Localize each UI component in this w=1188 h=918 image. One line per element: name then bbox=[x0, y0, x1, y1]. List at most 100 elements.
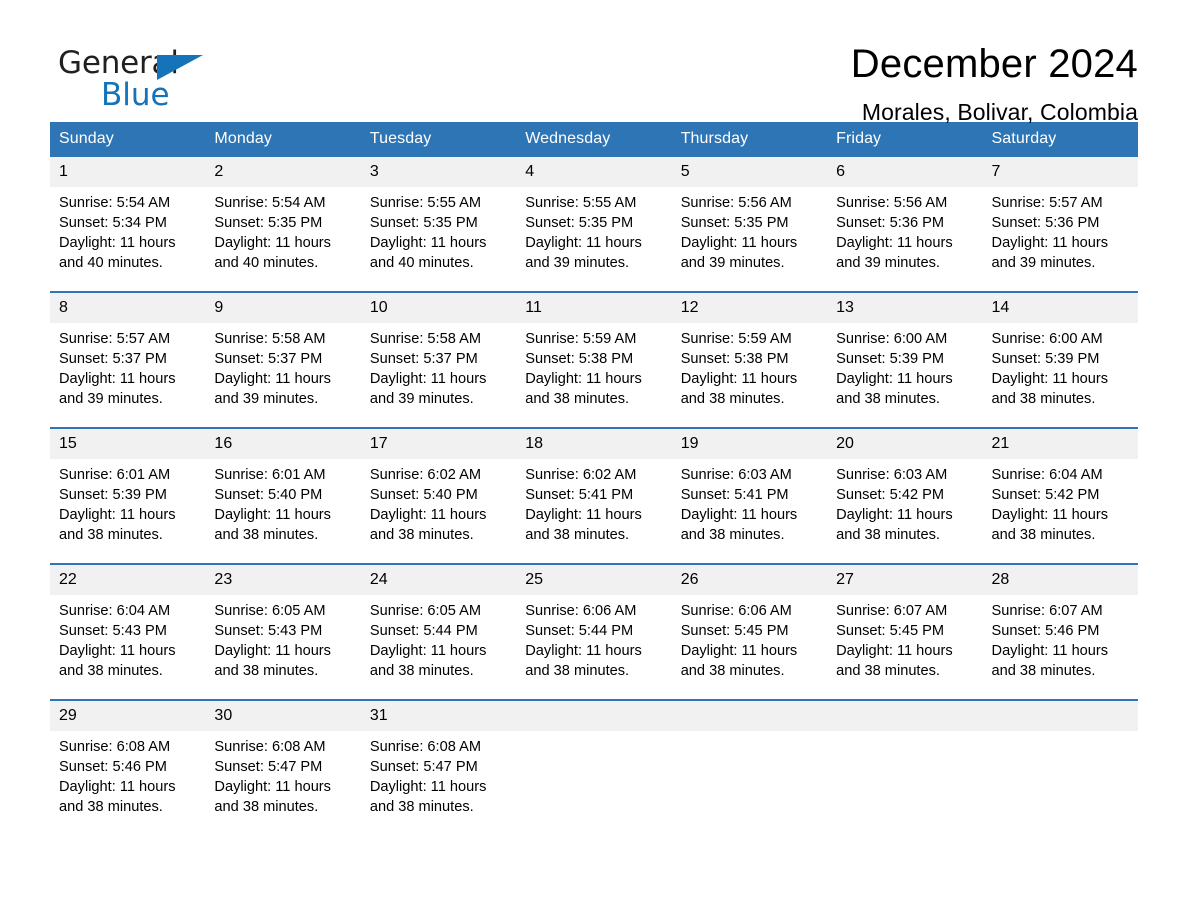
day-cell[interactable]: Sunrise: 6:00 AM Sunset: 5:39 PM Dayligh… bbox=[982, 323, 1138, 428]
daylight-text-line1: Daylight: 11 hours bbox=[525, 235, 642, 251]
day-number[interactable]: 27 bbox=[827, 563, 983, 595]
sunrise-text: Sunrise: 5:59 AM bbox=[525, 331, 637, 347]
daylight-text-line2: and 39 minutes. bbox=[59, 391, 163, 407]
daylight-text-line2: and 38 minutes. bbox=[525, 391, 630, 407]
sunset-text: Sunset: 5:47 PM bbox=[214, 759, 323, 775]
day-cell[interactable]: Sunrise: 5:56 AM Sunset: 5:35 PM Dayligh… bbox=[671, 187, 828, 292]
daylight-text-line2: and 38 minutes. bbox=[214, 799, 319, 815]
daylight-text-line1: Daylight: 11 hours bbox=[59, 779, 176, 795]
day-cell[interactable]: Sunrise: 6:06 AM Sunset: 5:44 PM Dayligh… bbox=[516, 595, 672, 700]
day-cell[interactable]: Sunrise: 5:54 AM Sunset: 5:34 PM Dayligh… bbox=[50, 187, 206, 292]
day-number[interactable]: 9 bbox=[205, 291, 361, 323]
day-number[interactable]: 12 bbox=[671, 291, 828, 323]
day-number[interactable]: 28 bbox=[982, 563, 1138, 595]
day-number[interactable]: 4 bbox=[516, 157, 672, 187]
day-cell[interactable]: Sunrise: 6:04 AM Sunset: 5:43 PM Dayligh… bbox=[50, 595, 206, 700]
location-subtitle: Morales, Bolivar, Colombia bbox=[861, 98, 1138, 125]
day-cell[interactable]: Sunrise: 5:55 AM Sunset: 5:35 PM Dayligh… bbox=[516, 187, 672, 292]
day-cell[interactable]: Sunrise: 6:07 AM Sunset: 5:45 PM Dayligh… bbox=[827, 595, 983, 700]
daylight-text-line2: and 38 minutes. bbox=[836, 663, 940, 679]
day-number[interactable]: 15 bbox=[50, 427, 206, 459]
day-number[interactable]: 13 bbox=[827, 291, 983, 323]
day-cell[interactable]: Sunrise: 6:02 AM Sunset: 5:41 PM Dayligh… bbox=[516, 459, 672, 564]
daylight-text-line2: and 39 minutes. bbox=[214, 391, 319, 407]
day-number[interactable]: 26 bbox=[671, 563, 828, 595]
week-1-info-row: Sunrise: 5:54 AM Sunset: 5:34 PM Dayligh… bbox=[50, 187, 1138, 292]
day-number[interactable]: 21 bbox=[982, 427, 1138, 459]
day-number[interactable]: 2 bbox=[205, 157, 361, 187]
day-number[interactable]: 22 bbox=[50, 563, 206, 595]
day-number[interactable]: 16 bbox=[205, 427, 361, 459]
day-cell[interactable]: Sunrise: 5:59 AM Sunset: 5:38 PM Dayligh… bbox=[671, 323, 828, 428]
week-3-info-row: Sunrise: 6:01 AM Sunset: 5:39 PM Dayligh… bbox=[50, 459, 1138, 564]
day-cell[interactable]: Sunrise: 6:08 AM Sunset: 5:46 PM Dayligh… bbox=[50, 731, 206, 835]
day-cell[interactable]: Sunrise: 6:01 AM Sunset: 5:39 PM Dayligh… bbox=[50, 459, 206, 564]
day-number[interactable]: 23 bbox=[205, 563, 361, 595]
daylight-text-line2: and 39 minutes. bbox=[369, 391, 474, 407]
day-cell[interactable]: Sunrise: 6:04 AM Sunset: 5:42 PM Dayligh… bbox=[982, 459, 1138, 564]
day-cell[interactable]: Sunrise: 5:57 AM Sunset: 5:37 PM Dayligh… bbox=[50, 323, 206, 428]
day-number[interactable]: 31 bbox=[360, 699, 517, 731]
day-cell[interactable]: Sunrise: 6:02 AM Sunset: 5:40 PM Dayligh… bbox=[360, 459, 517, 564]
daylight-text-line2: and 38 minutes. bbox=[59, 527, 163, 543]
day-cell[interactable]: Sunrise: 6:08 AM Sunset: 5:47 PM Dayligh… bbox=[360, 731, 517, 835]
daylight-text-line1: Daylight: 11 hours bbox=[214, 643, 331, 659]
day-cell[interactable]: Sunrise: 5:56 AM Sunset: 5:36 PM Dayligh… bbox=[827, 187, 983, 292]
day-cell[interactable]: Sunrise: 6:05 AM Sunset: 5:43 PM Dayligh… bbox=[205, 595, 361, 700]
day-cell[interactable]: Sunrise: 6:05 AM Sunset: 5:44 PM Dayligh… bbox=[360, 595, 517, 700]
sunset-text: Sunset: 5:38 PM bbox=[680, 351, 789, 367]
day-number[interactable]: 5 bbox=[671, 157, 828, 187]
day-cell[interactable]: Sunrise: 6:01 AM Sunset: 5:40 PM Dayligh… bbox=[205, 459, 361, 564]
day-cell[interactable]: Sunrise: 6:00 AM Sunset: 5:39 PM Dayligh… bbox=[827, 323, 983, 428]
day-cell[interactable]: Sunrise: 5:54 AM Sunset: 5:35 PM Dayligh… bbox=[205, 187, 361, 292]
daylight-text-line1: Daylight: 11 hours bbox=[525, 371, 642, 387]
sunrise-text: Sunrise: 6:07 AM bbox=[836, 603, 948, 619]
day-number[interactable]: 14 bbox=[982, 291, 1138, 323]
daylight-text-line1: Daylight: 11 hours bbox=[214, 371, 331, 387]
day-number[interactable]: 8 bbox=[50, 291, 206, 323]
sunset-text: Sunset: 5:35 PM bbox=[214, 215, 323, 231]
weekday-header-wednesday: Wednesday bbox=[516, 122, 672, 157]
day-cell[interactable]: Sunrise: 6:03 AM Sunset: 5:41 PM Dayligh… bbox=[671, 459, 828, 564]
page-masthead: General Blue December 2024 Morales, Boli… bbox=[50, 0, 1138, 125]
day-number[interactable]: 10 bbox=[360, 291, 517, 323]
day-number[interactable]: 18 bbox=[516, 427, 672, 459]
daylight-text-line1: Daylight: 11 hours bbox=[680, 235, 798, 251]
day-number[interactable]: 30 bbox=[205, 699, 361, 731]
sunrise-text: Sunrise: 6:02 AM bbox=[525, 467, 637, 483]
day-number[interactable]: 20 bbox=[827, 427, 983, 459]
day-cell[interactable]: Sunrise: 6:06 AM Sunset: 5:45 PM Dayligh… bbox=[671, 595, 828, 700]
general-blue-logo[interactable]: General Blue bbox=[58, 48, 258, 116]
day-number[interactable]: 6 bbox=[827, 157, 983, 187]
day-number[interactable]: 7 bbox=[982, 157, 1138, 187]
sunset-text: Sunset: 5:38 PM bbox=[525, 351, 634, 367]
day-cell[interactable]: Sunrise: 5:58 AM Sunset: 5:37 PM Dayligh… bbox=[205, 323, 361, 428]
daylight-text-line2: and 38 minutes. bbox=[680, 391, 785, 407]
daylight-text-line2: and 38 minutes. bbox=[369, 663, 474, 679]
day-number[interactable]: 11 bbox=[516, 291, 672, 323]
sunrise-text: Sunrise: 6:01 AM bbox=[59, 467, 171, 483]
day-cell[interactable]: Sunrise: 5:59 AM Sunset: 5:38 PM Dayligh… bbox=[516, 323, 672, 428]
daylight-text-line2: and 39 minutes. bbox=[836, 255, 940, 271]
day-cell[interactable]: Sunrise: 5:55 AM Sunset: 5:35 PM Dayligh… bbox=[360, 187, 517, 292]
day-number[interactable]: 29 bbox=[50, 699, 206, 731]
day-cell[interactable]: Sunrise: 6:07 AM Sunset: 5:46 PM Dayligh… bbox=[982, 595, 1138, 700]
daylight-text-line1: Daylight: 11 hours bbox=[836, 643, 953, 659]
sunrise-text: Sunrise: 6:02 AM bbox=[369, 467, 481, 483]
sunset-text: Sunset: 5:42 PM bbox=[991, 487, 1100, 503]
day-cell[interactable]: Sunrise: 6:08 AM Sunset: 5:47 PM Dayligh… bbox=[205, 731, 361, 835]
day-number[interactable]: 1 bbox=[50, 157, 206, 187]
day-cell[interactable]: Sunrise: 6:03 AM Sunset: 5:42 PM Dayligh… bbox=[827, 459, 983, 564]
day-cell[interactable]: Sunrise: 5:57 AM Sunset: 5:36 PM Dayligh… bbox=[982, 187, 1138, 292]
day-number[interactable]: 17 bbox=[360, 427, 517, 459]
page-title: December 2024 bbox=[850, 42, 1138, 86]
day-cell[interactable]: Sunrise: 5:58 AM Sunset: 5:37 PM Dayligh… bbox=[360, 323, 517, 428]
daylight-text-line1: Daylight: 11 hours bbox=[214, 507, 331, 523]
daylight-text-line1: Daylight: 11 hours bbox=[369, 507, 487, 523]
sunrise-text: Sunrise: 6:03 AM bbox=[680, 467, 792, 483]
day-number[interactable]: 25 bbox=[516, 563, 672, 595]
daylight-text-line1: Daylight: 11 hours bbox=[991, 507, 1109, 523]
day-number[interactable]: 3 bbox=[360, 157, 517, 187]
day-number[interactable]: 19 bbox=[671, 427, 828, 459]
day-number[interactable]: 24 bbox=[360, 563, 517, 595]
